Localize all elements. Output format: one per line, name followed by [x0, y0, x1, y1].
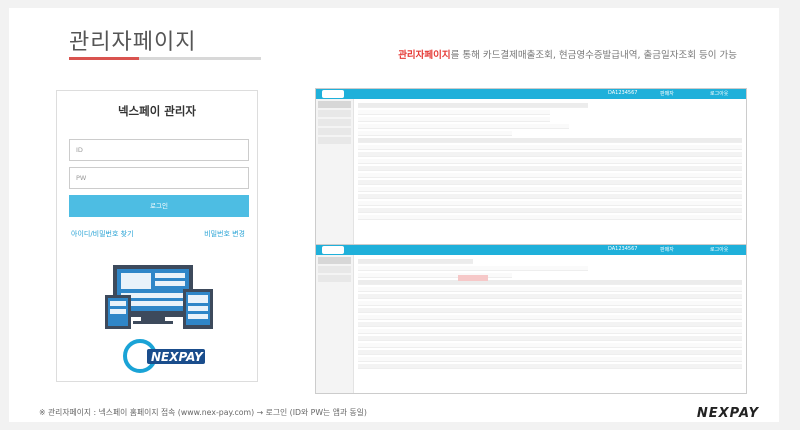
id-placeholder: ID [76, 146, 83, 154]
login-button[interactable]: 로그인 [69, 195, 249, 217]
admin-screenshot-receipts: DA1234567 판매자 로그아웃 [315, 244, 747, 394]
brand-logo: NEXPAY [696, 406, 759, 421]
login-panel: 넥스페이 관리자 ID PW 로그인 아이디/비밀번호 찾기 비밀번호 변경 N… [56, 90, 258, 382]
page-title: 관리자페이지 [69, 30, 197, 55]
screenshot-sidebar [316, 99, 354, 245]
page-subtitle: 관리자페이지를 통해 카드결제매출조회, 현금영수증발급내역, 출금일자조회 등… [398, 47, 737, 61]
header-status-2: 판매자 [660, 247, 674, 253]
screenshot-header-2: DA1234567 판매자 로그아웃 [316, 245, 746, 255]
nexpay-logo: NEXPAY [123, 339, 205, 373]
mini-logo-2 [322, 246, 344, 254]
screenshot-sidebar-2 [316, 255, 354, 393]
header-status: 판매자 [660, 91, 674, 97]
title-underline [69, 57, 261, 60]
slide: 관리자페이지 관리자페이지를 통해 카드결제매출조회, 현금영수증발급내역, 출… [9, 8, 779, 422]
subtitle-highlight: 관리자페이지 [398, 50, 451, 61]
header-id-2: DA1234567 [608, 246, 638, 252]
screenshot-content [358, 103, 742, 241]
header-id: DA1234567 [608, 90, 638, 96]
find-account-link[interactable]: 아이디/비밀번호 찾기 [71, 229, 134, 239]
admin-screenshot-sales: DA1234567 판매자 로그아웃 [315, 88, 747, 246]
mini-logo [322, 90, 344, 98]
login-title: 넥스페이 관리자 [117, 104, 197, 118]
header-logout-2[interactable]: 로그아웃 [710, 246, 728, 253]
pw-field[interactable]: PW [69, 167, 249, 189]
footnote: ※ 관리자페이지 : 넥스페이 홈페이지 접속 (www.nex-pay.com… [39, 408, 367, 417]
header-logout[interactable]: 로그아웃 [710, 90, 728, 97]
devices-illustration-icon [105, 265, 213, 329]
subtitle-text: 를 통해 카드결제매출조회, 현금영수증발급내역, 출금일자조회 등이 가능 [450, 50, 737, 61]
screenshot-header: DA1234567 판매자 로그아웃 [316, 89, 746, 99]
change-password-link[interactable]: 비밀번호 변경 [204, 229, 245, 239]
logo-text: NEXPAY [151, 350, 204, 364]
pw-placeholder: PW [76, 174, 87, 182]
id-field[interactable]: ID [69, 139, 249, 161]
screenshot-content-2 [358, 259, 742, 389]
